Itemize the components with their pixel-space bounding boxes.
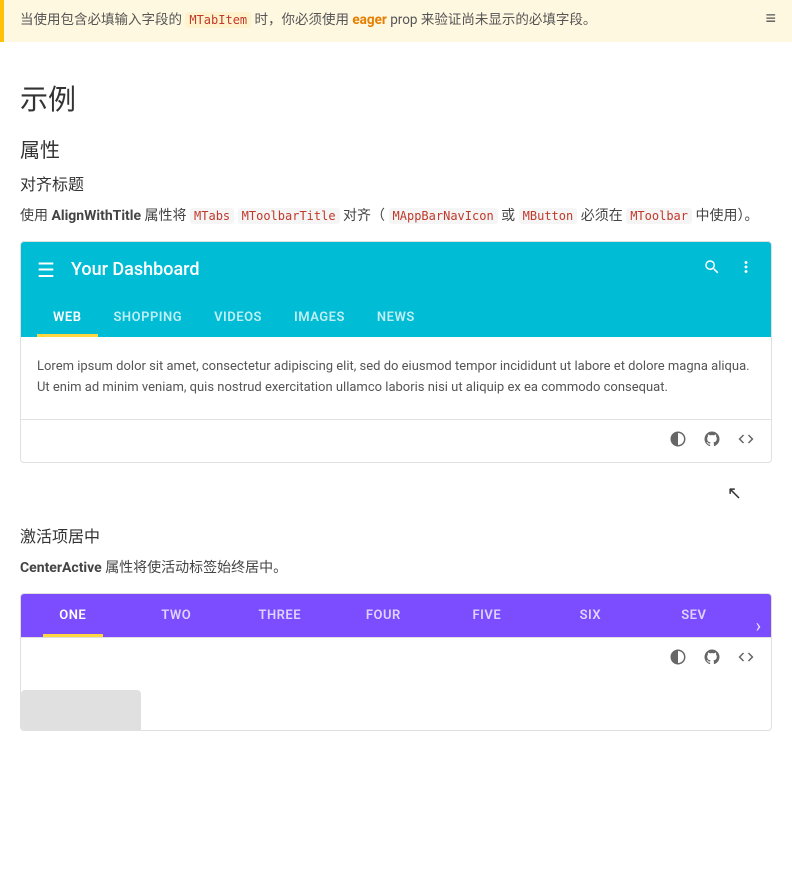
toolbar-1: ☰ Your Dashboard [21,242,771,298]
warning-mono-1: MTabItem [185,12,251,28]
desc-mono-1: MTabs [190,208,234,224]
desc-mono-4: MButton [519,208,578,224]
tab-images[interactable]: IMAGES [278,298,361,337]
description-1: 使用 AlignWithTitle 属性将 MTabs MToolbarTitl… [20,205,772,227]
desc-text-1: 使用 [20,208,48,224]
tab-four[interactable]: FOUR [332,594,436,637]
demo-content-1: Lorem ipsum dolor sit amet, consectetur … [21,337,771,419]
tab-three[interactable]: THREE [228,594,332,637]
github-icon[interactable] [703,430,721,452]
code-icon-2[interactable] [737,648,755,670]
page-wrapper: 当使用包含必填输入字段的 MTabItem 时，你必须使用 eager prop… [0,0,792,731]
center-active-desc: 属性将使活动标签始终居中。 [105,560,287,576]
tab-two[interactable]: TWO [125,594,229,637]
warning-bold-1: eager [352,12,386,28]
desc-text-2: 属性将 [145,208,187,224]
desc-mono-3: MAppBarNavIcon [389,208,498,224]
cursor-area: ↖ [20,483,772,513]
warning-text-3: prop 来验证尚未显示的必填字段。 [390,12,596,28]
center-active-bold: CenterActive [20,560,102,576]
tab-six[interactable]: SIX [539,594,643,637]
contrast-icon-2[interactable] [669,648,687,670]
cursor-indicator: ↖ [727,483,742,504]
tab-shopping[interactable]: SHOPPING [98,298,199,337]
tab-videos[interactable]: VIDEOS [198,298,278,337]
desc-bold-1: AlignWithTitle [51,208,141,224]
top-right-menu-icon[interactable]: ≡ [765,8,776,29]
desc-text-4: 或 [501,208,515,224]
toolbar-icons [703,258,755,281]
main-content: 示例 属性 对齐标题 使用 AlignWithTitle 属性将 MTabs M… [0,42,792,731]
warning-text-1: 当使用包含必填输入字段的 [20,12,182,28]
tab-web[interactable]: WEB [37,298,98,337]
tab-one[interactable]: ONE [21,594,125,637]
desc-text-5: 必须在 [581,208,623,224]
sub-subsection-heading-1: 对齐标题 [20,171,772,195]
warning-text-2: 时，你必须使用 [255,12,350,28]
toolbar-menu-icon[interactable]: ☰ [37,258,55,282]
code-icon[interactable] [737,430,755,452]
demo-card-1: ☰ Your Dashboard WEB SHOPPING VIDEOS IMA… [20,241,772,463]
description-2: CenterActive 属性将使活动标签始终居中。 [20,557,772,579]
purple-tabs-bar: ONE TWO THREE FOUR FIVE SIX SEV › [21,594,771,637]
section-title: 示例 [20,78,772,118]
contrast-icon[interactable] [669,430,687,452]
demo-footer-1 [21,419,771,462]
github-icon-2[interactable] [703,648,721,670]
section-2: 激活项居中 CenterActive 属性将使活动标签始终居中。 [20,523,772,579]
desc-mono-5: MToolbar [626,208,692,224]
desc-mono-2: MToolbarTitle [238,208,340,224]
tab-news[interactable]: NEWS [361,298,431,337]
more-icon[interactable] [737,258,755,281]
subsection-heading-1: 属性 [20,134,772,163]
warning-banner: 当使用包含必填输入字段的 MTabItem 时，你必须使用 eager prop… [0,0,792,42]
toolbar-title: Your Dashboard [71,259,703,280]
tab-five[interactable]: FIVE [435,594,539,637]
search-icon[interactable] [703,258,721,281]
desc-text-3: 对齐（ [343,208,385,224]
tabs-bar-1: WEB SHOPPING VIDEOS IMAGES NEWS [21,298,771,337]
demo-footer-2 [21,637,771,680]
desc-mono-2-wrap: MToolbarTitle [238,208,340,224]
demo-lorem-text: Lorem ipsum dolor sit amet, consectetur … [37,359,750,395]
bottom-indicator-bar [21,690,141,730]
subsection-heading-2: 激活项居中 [20,523,772,547]
bottom-bar-area [21,680,771,730]
tab-sev[interactable]: SEV [642,594,746,637]
desc-text-6: 中使用）。 [695,208,758,224]
demo-card-2: ONE TWO THREE FOUR FIVE SIX SEV › [20,593,772,731]
tabs-right-arrow[interactable]: › [746,616,771,637]
